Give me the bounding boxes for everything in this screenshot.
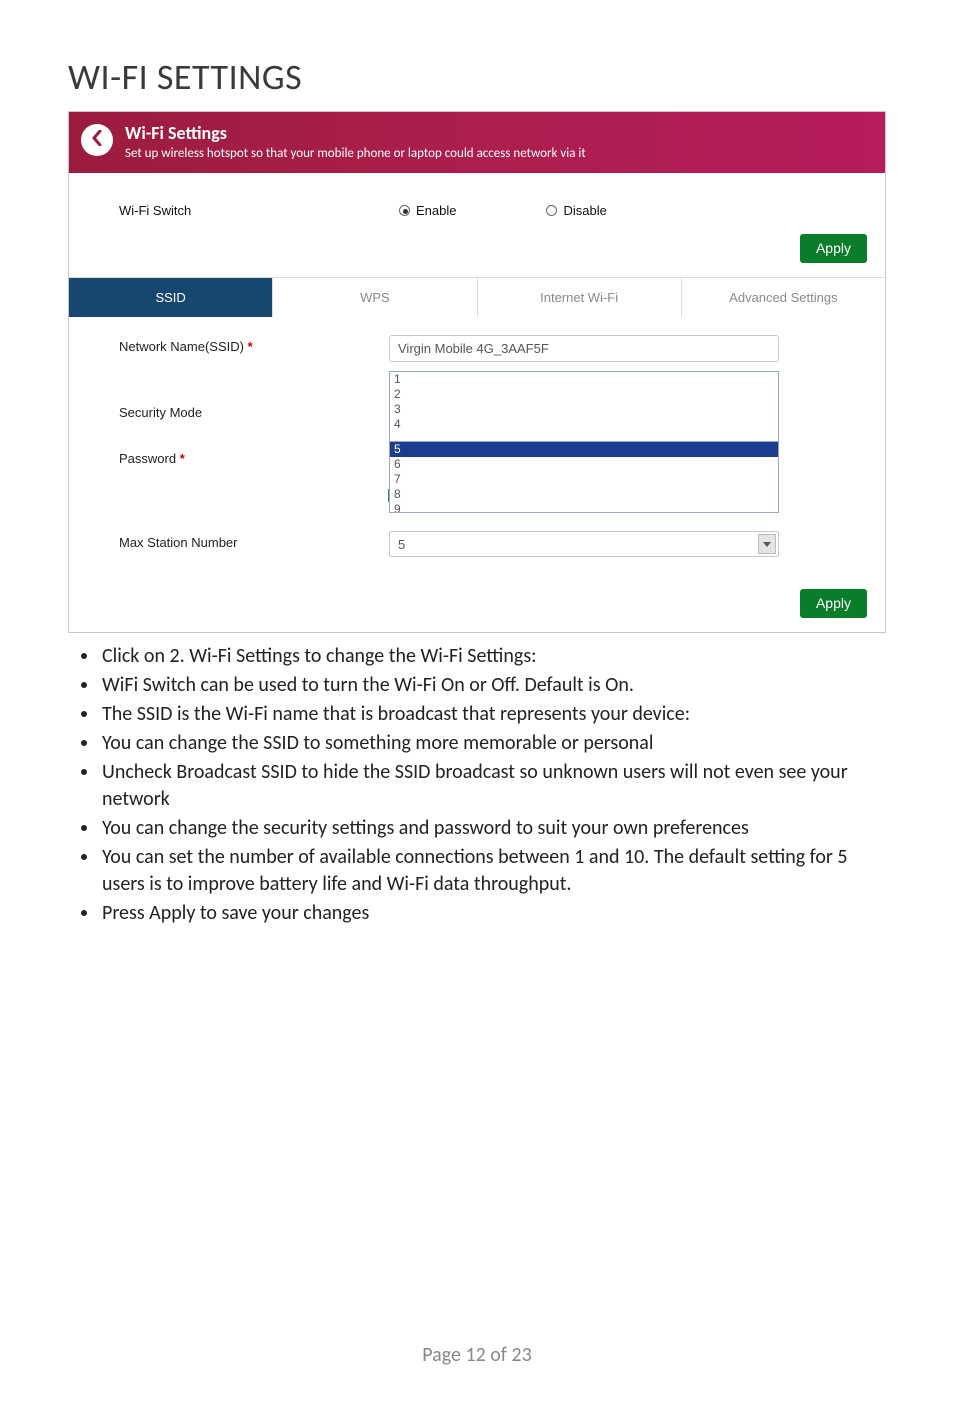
tab-wps[interactable]: WPS <box>273 278 477 317</box>
password-label: Password * <box>119 447 389 466</box>
tab-ssid[interactable]: SSID <box>69 278 273 317</box>
apply-button-top[interactable]: Apply <box>800 234 867 263</box>
list-item: The SSID is the Wi-Fi name that is broad… <box>100 701 886 728</box>
back-button[interactable] <box>81 124 113 156</box>
wifi-switch-label: Wi-Fi Switch <box>119 203 399 218</box>
list-item[interactable]: 5 <box>390 442 778 457</box>
tab-internet-wifi[interactable]: Internet Wi-Fi <box>478 278 682 317</box>
page-title: WI-FI SETTINGS <box>68 55 954 99</box>
apply-button-bottom[interactable]: Apply <box>800 589 867 618</box>
radio-label: Enable <box>416 203 456 218</box>
tabs: SSID WPS Internet Wi-Fi Advanced Setting… <box>69 277 885 317</box>
max-station-label: Max Station Number <box>119 531 389 550</box>
panel-title: Wi-Fi Settings <box>125 122 873 144</box>
max-station-select[interactable]: 5 <box>389 531 779 557</box>
page-footer: Page 12 of 23 <box>0 1343 954 1367</box>
list-item[interactable]: 1 <box>390 372 778 387</box>
list-item: You can change the SSID to something mor… <box>100 730 886 757</box>
ssid-form: Network Name(SSID) * Broadcast SSID Secu… <box>69 317 885 575</box>
wifi-enable-radio[interactable]: Enable <box>399 203 456 218</box>
password-input[interactable]: 5 6 7 8 9 10 <box>389 441 779 513</box>
security-mode-label: Security Mode <box>119 401 389 420</box>
list-item[interactable]: 4 <box>390 417 778 432</box>
radio-icon <box>546 205 557 216</box>
list-item[interactable]: 2 <box>390 387 778 402</box>
panel-header: Wi-Fi Settings Set up wireless hotspot s… <box>69 112 885 173</box>
chevron-left-icon <box>91 130 103 151</box>
wifi-disable-radio[interactable]: Disable <box>546 203 606 218</box>
radio-icon <box>399 205 410 216</box>
list-item: Click on 2. Wi-Fi Settings to change the… <box>100 643 886 670</box>
list-item: WiFi Switch can be used to turn the Wi-F… <box>100 672 886 699</box>
list-item[interactable]: 9 <box>390 502 778 513</box>
wifi-settings-panel: Wi-Fi Settings Set up wireless hotspot s… <box>68 111 886 633</box>
ssid-label: Network Name(SSID) * <box>119 335 389 354</box>
instructions-list: Click on 2. Wi-Fi Settings to change the… <box>96 643 886 927</box>
ssid-input[interactable] <box>389 335 779 362</box>
tab-advanced-settings[interactable]: Advanced Settings <box>682 278 885 317</box>
list-item: Uncheck Broadcast SSID to hide the SSID … <box>100 759 886 813</box>
select-value: 5 <box>398 537 405 552</box>
list-item[interactable]: 6 <box>390 457 778 472</box>
wifi-switch-row: Wi-Fi Switch Enable Disable <box>69 173 885 226</box>
security-mode-select[interactable]: 1 2 3 4 <box>389 371 779 443</box>
list-item: You can change the security settings and… <box>100 815 886 842</box>
list-item: You can set the number of available conn… <box>100 844 886 898</box>
radio-label: Disable <box>563 203 606 218</box>
panel-subtitle: Set up wireless hotspot so that your mob… <box>125 146 873 161</box>
chevron-down-icon <box>758 534 776 554</box>
list-item[interactable]: 7 <box>390 472 778 487</box>
list-item: Press Apply to save your changes <box>100 900 886 927</box>
list-item[interactable]: 3 <box>390 402 778 417</box>
list-item[interactable]: 8 <box>390 487 778 502</box>
